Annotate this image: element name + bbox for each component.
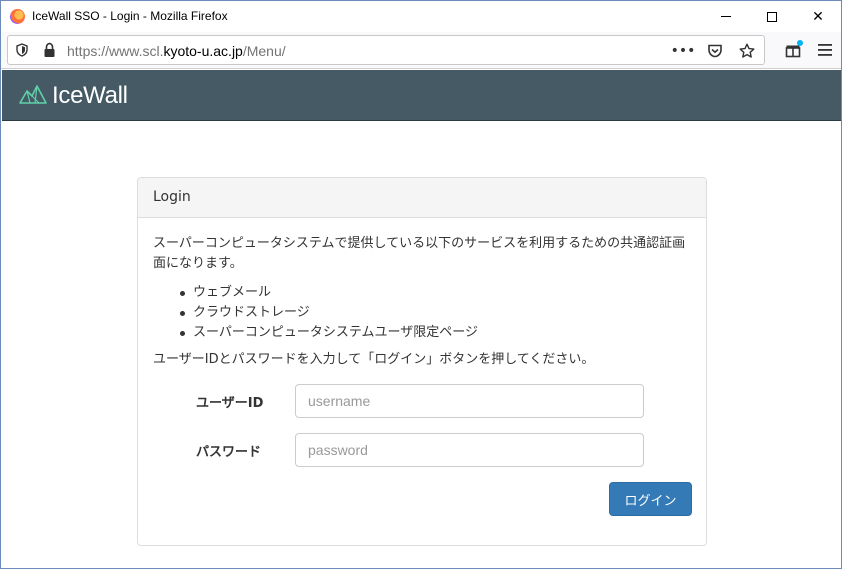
notification-dot bbox=[797, 40, 803, 46]
panel-heading: Login bbox=[138, 178, 706, 218]
list-item: ウェブメール bbox=[180, 283, 691, 303]
maximize-icon bbox=[767, 11, 777, 22]
url-host: kyoto-u.ac.jp bbox=[163, 43, 243, 59]
extensions-icon[interactable] bbox=[781, 38, 805, 62]
brand-name: IceWall bbox=[52, 82, 128, 109]
site-header: IceWall bbox=[2, 70, 841, 121]
intro-text: スーパーコンピュータシステムで提供している以下のサービスを利用するための共通認証… bbox=[153, 236, 686, 271]
pocket-icon[interactable] bbox=[704, 40, 726, 62]
shield-icon[interactable] bbox=[16, 43, 28, 57]
username-label: ユーザーID bbox=[196, 396, 264, 411]
star-icon[interactable] bbox=[736, 40, 758, 62]
username-input[interactable] bbox=[295, 384, 644, 418]
maximize-button[interactable] bbox=[749, 1, 795, 32]
nav-bar: https://www.scl.kyoto-u.ac.jp/Menu/ ••• bbox=[1, 32, 841, 69]
login-panel: Login スーパーコンピュータシステムで提供している以下のサービスを利用するた… bbox=[137, 177, 707, 546]
toolbar-right bbox=[781, 38, 837, 62]
password-label: パスワード bbox=[196, 445, 262, 460]
instruction-text: ユーザーIDとパスワードを入力して「ログイン」ボタンを押してください。 bbox=[153, 352, 595, 367]
list-item: スーパーコンピュータシステムユーザ限定ページ bbox=[180, 323, 691, 343]
more-icon[interactable]: ••• bbox=[671, 40, 696, 62]
title-bar: IceWall SSO - Login - Mozilla Firefox ✕ bbox=[1, 1, 841, 32]
username-row: ユーザーID bbox=[138, 384, 708, 418]
minimize-icon bbox=[721, 16, 731, 17]
url-bar[interactable]: https://www.scl.kyoto-u.ac.jp/Menu/ ••• bbox=[7, 35, 765, 65]
close-button[interactable]: ✕ bbox=[795, 1, 841, 32]
list-item: クラウドストレージ bbox=[180, 303, 691, 323]
browser-window: IceWall SSO - Login - Mozilla Firefox ✕ … bbox=[0, 0, 842, 569]
service-list: ウェブメール クラウドストレージ スーパーコンピュータシステムユーザ限定ページ bbox=[180, 283, 691, 343]
url-path: /Menu/ bbox=[242, 43, 286, 59]
firefox-icon bbox=[10, 9, 25, 24]
icewall-logo-icon bbox=[19, 85, 47, 104]
url-prefix: https://www.scl. bbox=[67, 43, 164, 59]
menu-icon[interactable] bbox=[813, 38, 837, 62]
lock-icon[interactable] bbox=[43, 42, 56, 58]
panel-body: スーパーコンピュータシステムで提供している以下のサービスを利用するための共通認証… bbox=[138, 218, 706, 386]
url-text[interactable]: https://www.scl.kyoto-u.ac.jp/Menu/ bbox=[67, 43, 286, 59]
minimize-button[interactable] bbox=[703, 1, 749, 32]
login-button[interactable]: ログイン bbox=[609, 482, 692, 516]
password-input[interactable] bbox=[295, 433, 644, 467]
password-row: パスワード bbox=[138, 433, 708, 467]
brand-logo[interactable]: IceWall bbox=[18, 82, 128, 110]
window-title: IceWall SSO - Login - Mozilla Firefox bbox=[32, 9, 228, 23]
url-actions: ••• bbox=[671, 39, 758, 63]
close-icon: ✕ bbox=[812, 8, 824, 25]
